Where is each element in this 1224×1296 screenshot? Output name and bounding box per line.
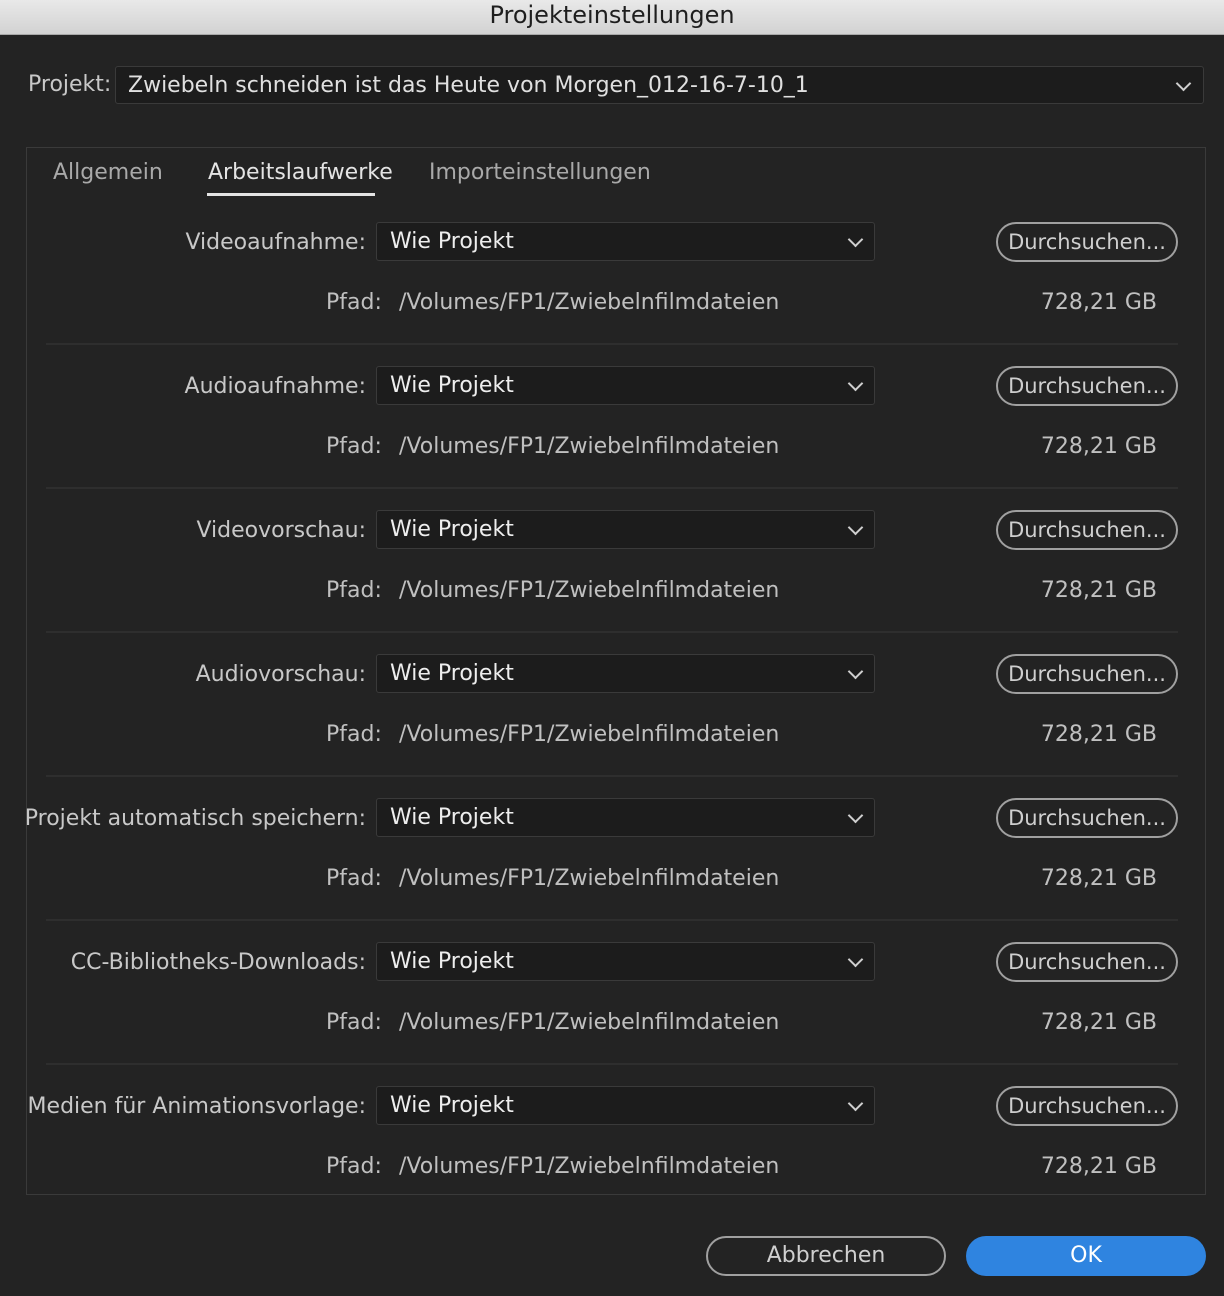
project-dropdown-value: Zwiebeln schneiden ist das Heute von Mor…	[128, 73, 809, 98]
field-label: Videoaufnahme:	[185, 230, 366, 255]
path-label: Pfad:	[326, 578, 382, 603]
browse-button[interactable]: Durchsuchen...	[996, 942, 1178, 982]
browse-button[interactable]: Durchsuchen...	[996, 654, 1178, 694]
location-dropdown-value: Wie Projekt	[390, 517, 514, 542]
project-dropdown[interactable]: Zwiebeln schneiden ist das Heute von Mor…	[115, 66, 1204, 104]
divider	[46, 631, 1178, 633]
path-value: /Volumes/FP1/Zwiebelnfilmdateien	[399, 578, 780, 603]
path-value: /Volumes/FP1/Zwiebelnfilmdateien	[399, 722, 780, 747]
path-label: Pfad:	[326, 290, 382, 315]
free-space-value: 728,21 GB	[1040, 1010, 1157, 1035]
field-label: Projekt automatisch speichern:	[24, 806, 366, 831]
tab-allgemein[interactable]: Allgemein	[53, 160, 163, 185]
browse-button[interactable]: Durchsuchen...	[996, 366, 1178, 406]
chevron-down-icon	[1175, 75, 1192, 92]
browse-button[interactable]: Durchsuchen...	[996, 1086, 1178, 1126]
free-space-value: 728,21 GB	[1040, 866, 1157, 891]
cancel-button[interactable]: Abbrechen	[706, 1236, 946, 1276]
field-label: Audiovorschau:	[195, 662, 366, 687]
path-label: Pfad:	[326, 866, 382, 891]
chevron-down-icon	[847, 231, 864, 248]
location-dropdown[interactable]: Wie Projekt	[376, 366, 875, 405]
location-dropdown[interactable]: Wie Projekt	[376, 510, 875, 549]
location-dropdown-value: Wie Projekt	[390, 229, 514, 254]
free-space-value: 728,21 GB	[1040, 290, 1157, 315]
chevron-down-icon	[847, 375, 864, 392]
divider	[46, 919, 1178, 921]
location-dropdown-value: Wie Projekt	[390, 949, 514, 974]
path-value: /Volumes/FP1/Zwiebelnfilmdateien	[399, 290, 780, 315]
chevron-down-icon	[847, 663, 864, 680]
divider	[46, 487, 1178, 489]
field-label: Audioaufnahme:	[184, 374, 366, 399]
location-dropdown[interactable]: Wie Projekt	[376, 798, 875, 837]
location-dropdown-value: Wie Projekt	[390, 1093, 514, 1118]
path-label: Pfad:	[326, 722, 382, 747]
path-value: /Volumes/FP1/Zwiebelnfilmdateien	[399, 866, 780, 891]
active-tab-indicator	[207, 193, 375, 196]
location-dropdown[interactable]: Wie Projekt	[376, 222, 875, 261]
chevron-down-icon	[847, 951, 864, 968]
chevron-down-icon	[847, 1095, 864, 1112]
chevron-down-icon	[847, 519, 864, 536]
scratch-disk-motion-graphics: Medien für Animationsvorlage: Wie Projek…	[28, 1086, 1178, 1230]
window-title: Projekteinstellungen	[0, 0, 1224, 35]
location-dropdown[interactable]: Wie Projekt	[376, 1086, 875, 1125]
tab-arbeitslaufwerke[interactable]: Arbeitslaufwerke	[208, 160, 393, 185]
location-dropdown-value: Wie Projekt	[390, 373, 514, 398]
divider	[46, 775, 1178, 777]
ok-button[interactable]: OK	[966, 1236, 1206, 1276]
location-dropdown[interactable]: Wie Projekt	[376, 654, 875, 693]
browse-button[interactable]: Durchsuchen...	[996, 798, 1178, 838]
path-label: Pfad:	[326, 1010, 382, 1035]
divider	[46, 1063, 1178, 1065]
path-label: Pfad:	[326, 1154, 382, 1179]
location-dropdown-value: Wie Projekt	[390, 805, 514, 830]
path-value: /Volumes/FP1/Zwiebelnfilmdateien	[399, 434, 780, 459]
field-label: CC-Bibliotheks-Downloads:	[70, 950, 366, 975]
project-label: Projekt:	[28, 72, 112, 97]
location-dropdown-value: Wie Projekt	[390, 661, 514, 686]
path-label: Pfad:	[326, 434, 382, 459]
free-space-value: 728,21 GB	[1040, 578, 1157, 603]
browse-button[interactable]: Durchsuchen...	[996, 222, 1178, 262]
divider	[46, 343, 1178, 345]
browse-button[interactable]: Durchsuchen...	[996, 510, 1178, 550]
free-space-value: 728,21 GB	[1040, 722, 1157, 747]
chevron-down-icon	[847, 807, 864, 824]
path-value: /Volumes/FP1/Zwiebelnfilmdateien	[399, 1010, 780, 1035]
field-label: Videovorschau:	[196, 518, 366, 543]
field-label: Medien für Animationsvorlage:	[27, 1094, 366, 1119]
free-space-value: 728,21 GB	[1040, 434, 1157, 459]
tab-importeinstellungen[interactable]: Importeinstellungen	[429, 160, 651, 185]
location-dropdown[interactable]: Wie Projekt	[376, 942, 875, 981]
free-space-value: 728,21 GB	[1040, 1154, 1157, 1179]
path-value: /Volumes/FP1/Zwiebelnfilmdateien	[399, 1154, 780, 1179]
